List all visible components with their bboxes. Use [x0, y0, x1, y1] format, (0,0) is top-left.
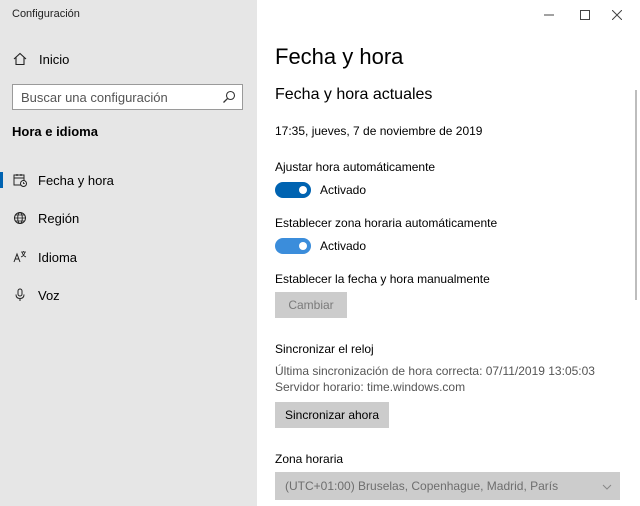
sidebar-item-voice[interactable]: Voz	[0, 281, 257, 309]
auto-time-label: Ajustar hora automáticamente	[275, 160, 436, 174]
toggle-knob	[299, 242, 307, 250]
calendar-clock-icon	[12, 172, 28, 188]
main-panel: Fecha y hora Fecha y hora actuales 17:35…	[257, 0, 640, 506]
sidebar-item-language[interactable]: Idioma	[0, 243, 257, 271]
sidebar-item-date-time[interactable]: Fecha y hora	[0, 166, 257, 194]
home-icon	[12, 51, 28, 67]
auto-time-state: Activado	[320, 183, 367, 197]
home-nav[interactable]: Inicio	[12, 50, 69, 68]
timezone-select[interactable]: (UTC+01:00) Bruselas, Copenhague, Madrid…	[275, 472, 620, 500]
auto-timezone-toggle[interactable]	[275, 238, 311, 254]
page-title: Fecha y hora	[275, 44, 404, 69]
sidebar-item-region[interactable]: Región	[0, 204, 257, 232]
auto-timezone-label: Establecer zona horaria automáticamente	[275, 216, 498, 230]
search-box[interactable]	[12, 84, 243, 110]
timezone-value: (UTC+01:00) Bruselas, Copenhague, Madrid…	[285, 479, 559, 493]
sidebar-item-label: Voz	[38, 287, 60, 303]
auto-time-toggle[interactable]	[275, 182, 311, 198]
scrollbar[interactable]	[635, 90, 637, 300]
manual-datetime-label: Establecer la fecha y hora manualmente	[275, 272, 490, 286]
minimize-icon	[544, 14, 554, 16]
globe-icon	[12, 210, 28, 226]
sync-title: Sincronizar el reloj	[275, 342, 374, 356]
chevron-down-icon	[602, 481, 612, 495]
last-sync-text: Última sincronización de hora correcta: …	[275, 364, 595, 378]
toggle-knob	[299, 186, 307, 194]
sidebar-item-label: Región	[38, 210, 80, 226]
app-title: Configuración	[12, 8, 80, 20]
sidebar-item-label: Fecha y hora	[38, 172, 114, 188]
close-icon	[612, 10, 622, 20]
language-icon	[12, 249, 28, 265]
maximize-icon	[580, 10, 590, 20]
change-button[interactable]: Cambiar	[275, 292, 347, 318]
sidebar: Configuración Inicio Hora e idioma Fecha…	[0, 0, 257, 506]
time-server-text: Servidor horario: time.windows.com	[275, 380, 466, 394]
search-input[interactable]	[13, 85, 213, 109]
search-icon[interactable]	[221, 89, 237, 105]
home-label: Inicio	[39, 51, 70, 67]
section-title: Hora e idioma	[12, 124, 98, 139]
current-datetime: 17:35, jueves, 7 de noviembre de 2019	[275, 124, 483, 138]
sidebar-item-label: Idioma	[38, 249, 78, 265]
section-heading: Fecha y hora actuales	[275, 86, 433, 103]
microphone-icon	[12, 287, 28, 303]
sync-now-button[interactable]: Sincronizar ahora	[275, 402, 389, 428]
timezone-label: Zona horaria	[275, 452, 344, 466]
auto-timezone-state: Activado	[320, 239, 367, 253]
close-button[interactable]	[594, 0, 640, 30]
